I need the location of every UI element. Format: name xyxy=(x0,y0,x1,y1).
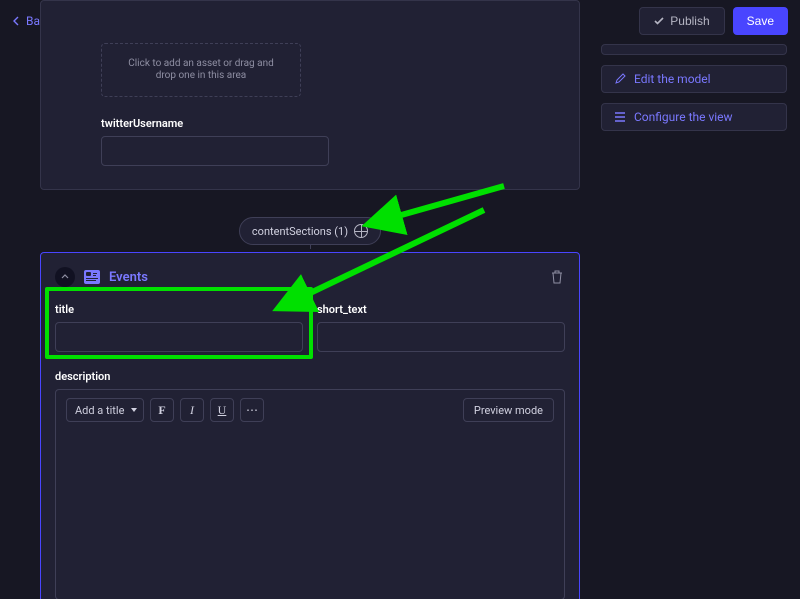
publish-button[interactable]: Publish xyxy=(639,7,724,35)
configure-view-label: Configure the view xyxy=(634,110,733,124)
sidebar-info-box xyxy=(601,44,787,55)
description-label: description xyxy=(55,370,565,383)
main-entry-card: Click to add an asset or drag and drop o… xyxy=(40,0,580,190)
configure-view-button[interactable]: Configure the view xyxy=(601,103,787,131)
save-label: Save xyxy=(747,14,774,28)
right-sidebar: Edit the model Configure the view xyxy=(601,44,787,141)
edit-model-label: Edit the model xyxy=(634,72,711,86)
dz-collapse-toggle[interactable] xyxy=(55,267,75,287)
publish-label: Publish xyxy=(670,14,709,28)
save-button[interactable]: Save xyxy=(733,7,788,35)
title-label: title xyxy=(55,303,303,316)
asset-dropzone[interactable]: Click to add an asset or drag and drop o… xyxy=(101,43,301,97)
heading-dropdown-label: Add a title xyxy=(75,404,124,417)
underline-button[interactable]: U xyxy=(210,398,234,422)
dz-component-card: Events title short_text description Add … xyxy=(40,252,580,599)
heading-dropdown[interactable]: Add a title xyxy=(66,398,144,422)
dz-component-title: Events xyxy=(109,270,148,285)
preview-mode-button[interactable]: Preview mode xyxy=(463,398,554,422)
check-icon xyxy=(654,16,664,26)
description-field: description Add a title F I U ⋯ Preview … xyxy=(55,370,565,599)
content-sections-label: contentSections (1) xyxy=(252,225,348,238)
more-formatting-button[interactable]: ⋯ xyxy=(240,398,264,422)
short-text-field: short_text xyxy=(317,303,565,352)
richtext-toolbar: Add a title F I U ⋯ Preview mode xyxy=(55,389,565,430)
dynamic-zone-pill-area: contentSections (1) xyxy=(40,195,580,223)
dz-fields-row: title short_text xyxy=(55,303,565,352)
layout-icon xyxy=(614,111,626,123)
trash-icon xyxy=(551,270,563,284)
dz-delete-button[interactable] xyxy=(549,269,565,285)
arrow-left-icon xyxy=(12,16,22,26)
dz-header: Events xyxy=(55,267,565,287)
short-text-label: short_text xyxy=(317,303,565,316)
title-input[interactable] xyxy=(55,322,303,352)
caret-up-icon xyxy=(60,272,70,282)
preview-mode-label: Preview mode xyxy=(474,404,543,417)
title-field: title xyxy=(55,303,303,352)
short-text-input[interactable] xyxy=(317,322,565,352)
richtext-editor[interactable] xyxy=(55,430,565,599)
italic-button[interactable]: I xyxy=(180,398,204,422)
twitter-username-field: twitterUsername xyxy=(101,117,329,166)
edit-model-button[interactable]: Edit the model xyxy=(601,65,787,93)
bold-button[interactable]: F xyxy=(150,398,174,422)
pencil-icon xyxy=(614,73,626,85)
asset-prompt: Click to add an asset or drag and drop o… xyxy=(118,58,284,83)
twitter-username-label: twitterUsername xyxy=(101,117,329,130)
component-type-icon xyxy=(83,268,101,286)
twitter-username-input[interactable] xyxy=(101,136,329,166)
globe-icon xyxy=(354,224,368,238)
content-sections-pill[interactable]: contentSections (1) xyxy=(239,217,381,245)
